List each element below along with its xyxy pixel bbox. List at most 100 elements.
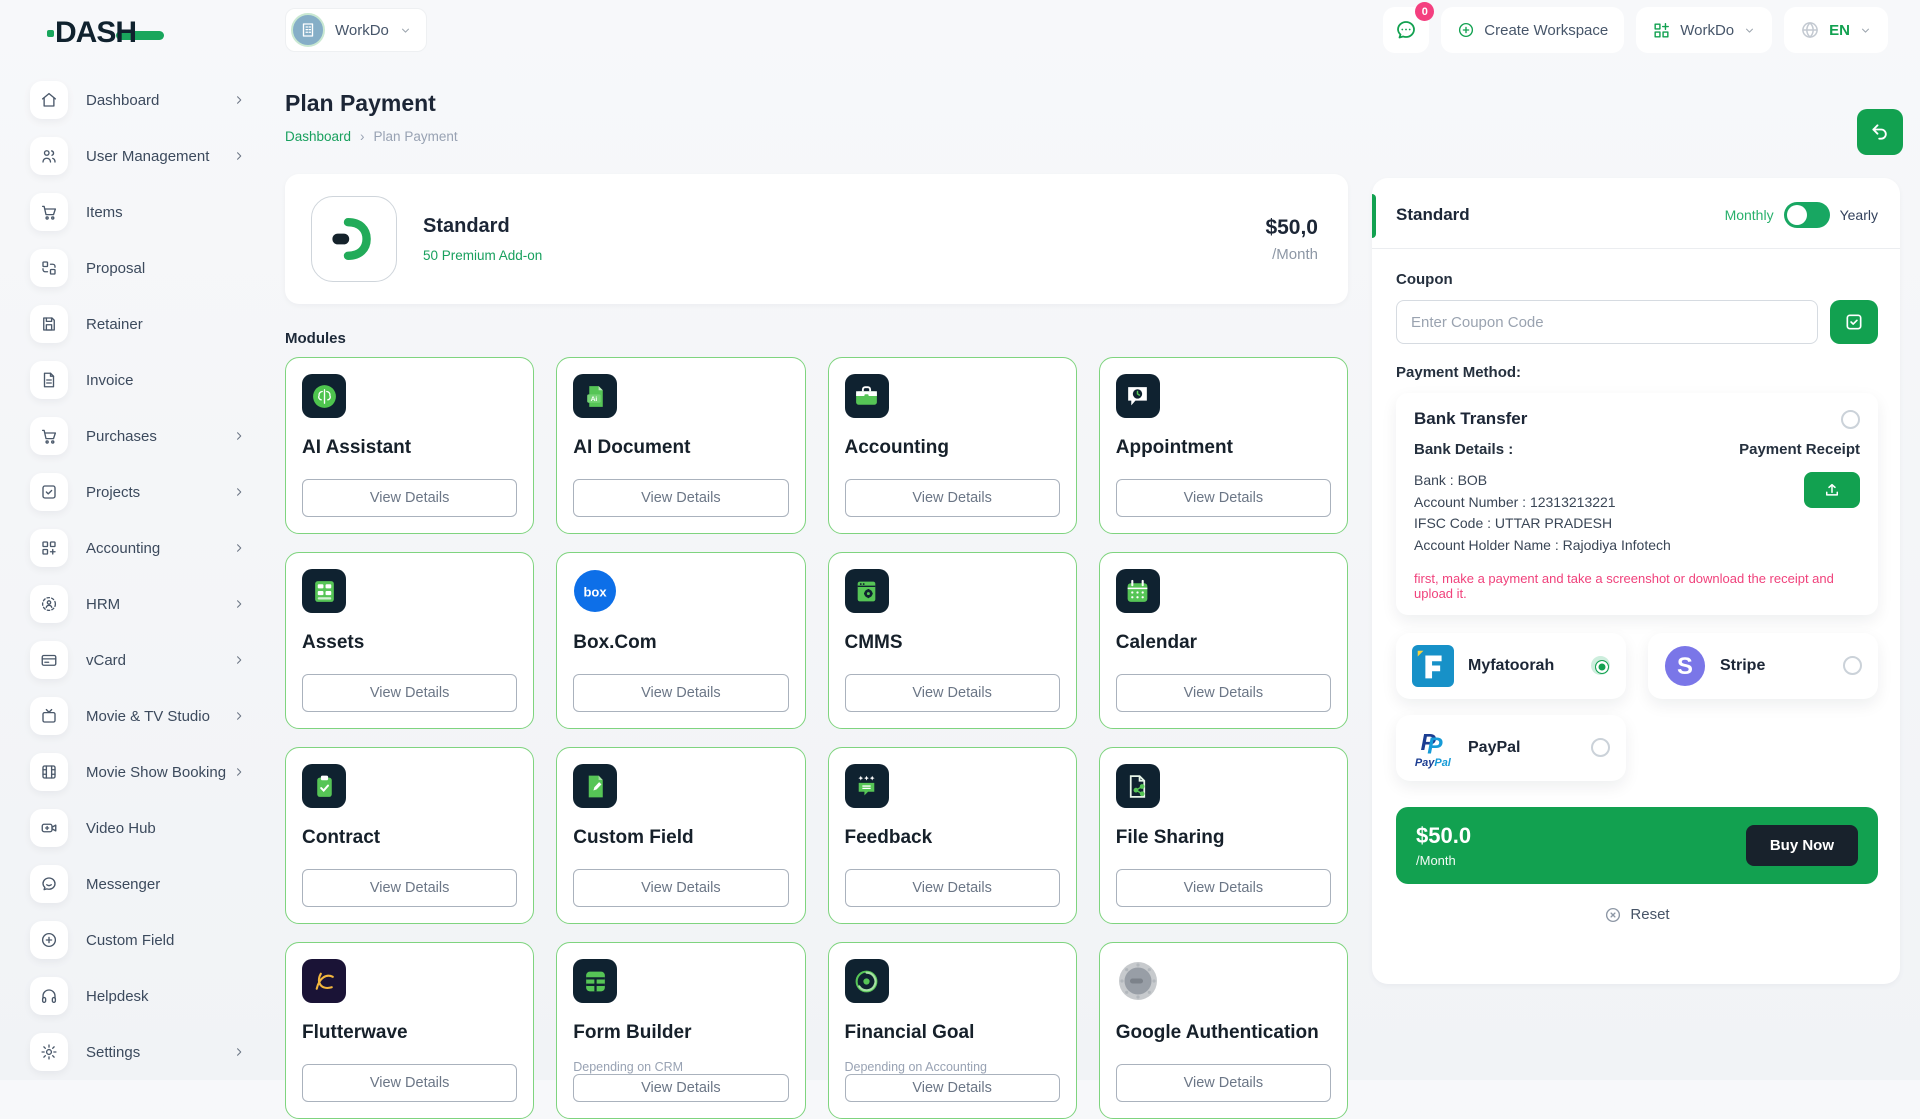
module-card-accounting[interactable]: AccountingView Details [828,357,1077,534]
sidebar-item-label: HRM [86,596,120,613]
module-card-appointment[interactable]: AppointmentView Details [1099,357,1348,534]
sidebar-item-projects[interactable]: Projects [0,464,280,520]
sidebar-item-proposal[interactable]: Proposal [0,240,280,296]
sidebar-item-user-management[interactable]: User Management [0,128,280,184]
back-button[interactable] [1857,109,1903,155]
svg-text:P: P [1427,732,1443,758]
sidebar-item-invoice[interactable]: Invoice [0,352,280,408]
upload-receipt-button[interactable] [1804,472,1860,508]
radio-stripe[interactable] [1843,656,1862,675]
view-details-button[interactable]: View Details [845,479,1060,517]
bank-transfer-radio[interactable] [1841,410,1860,429]
buy-now-button[interactable]: Buy Now [1746,825,1858,866]
module-card-google-authentication[interactable]: Google AuthenticationView Details [1099,942,1348,1119]
workspace-selector[interactable]: WorkDo [285,8,427,52]
module-card-calendar[interactable]: CalendarView Details [1099,552,1348,729]
breadcrumb-dashboard-link[interactable]: Dashboard [285,129,351,144]
premium-addon-link[interactable]: 50 Premium Add-on [423,248,542,263]
view-details-button[interactable]: View Details [845,869,1060,907]
chat-icon [1394,18,1418,42]
method-paypal[interactable]: PPPayPalPayPal [1396,715,1626,781]
chevron-right-icon [232,93,246,107]
sidebar-item-settings[interactable]: Settings [0,1024,280,1080]
sidebar-item-dashboard[interactable]: Dashboard [0,72,280,128]
module-card-form-builder[interactable]: Form Builder Depending on CRMView Details [556,942,805,1119]
svg-text:S: S [1677,653,1693,680]
checkout-plan-name: Standard [1396,205,1470,225]
module-card-box-com[interactable]: boxBox.ComView Details [556,552,805,729]
view-details-button[interactable]: View Details [845,674,1060,712]
view-details-button[interactable]: View Details [302,479,517,517]
module-note: Depending on CRM [573,1060,788,1074]
module-card-financial-goal[interactable]: Financial GoalDepending on AccountingVie… [828,942,1077,1119]
view-details-button[interactable]: View Details [845,1074,1060,1102]
view-details-button[interactable]: View Details [573,869,788,907]
reset-button[interactable]: Reset [1396,906,1878,924]
calendar-icon [1116,569,1160,613]
language-selector[interactable]: EN [1784,7,1888,53]
brain-icon [302,374,346,418]
view-details-button[interactable]: View Details [302,674,517,712]
sidebar-item-messenger[interactable]: Messenger [0,856,280,912]
method-name: Stripe [1720,657,1765,675]
radio-paypal[interactable] [1591,738,1610,757]
plus-circle-icon [1457,21,1475,39]
view-details-button[interactable]: View Details [573,674,788,712]
view-details-button[interactable]: View Details [1116,479,1331,517]
sidebar-item-vcard[interactable]: vCard [0,632,280,688]
coupon-input[interactable] [1396,300,1818,344]
sidebar-item-custom-field[interactable]: Custom Field [0,912,280,968]
module-card-cmms[interactable]: CMMSView Details [828,552,1077,729]
workdo-menu-button[interactable]: WorkDo [1636,7,1772,53]
svg-text:box: box [584,585,608,600]
dash-logo: DASH [55,16,164,50]
sidebar-item-hrm[interactable]: HRM [0,576,280,632]
module-title: Custom Field [573,826,788,849]
sidebar-item-movie-tv-studio[interactable]: Movie & TV Studio [0,688,280,744]
sidebar-item-label: Purchases [86,428,157,445]
checkout-panel: Standard Monthly Yearly Coupon Payment M… [1372,178,1900,984]
sidebar-item-video-hub[interactable]: Video Hub [0,800,280,856]
billing-toggle[interactable] [1784,202,1830,228]
bank-detail-line: IFSC Code : UTTAR PRADESH [1414,513,1671,535]
view-details-button[interactable]: View Details [1116,869,1331,907]
modules-heading: Modules [285,330,1348,347]
globe-icon [1800,20,1820,40]
module-card-assets[interactable]: AssetsView Details [285,552,534,729]
module-card-flutterwave[interactable]: FlutterwaveView Details [285,942,534,1119]
method-name: Myfatoorah [1468,657,1554,675]
radio-myfatoorah[interactable] [1591,656,1610,675]
x-circle-icon [1604,906,1622,924]
sidebar-item-label: Messenger [86,876,160,893]
stripe-logo: S [1664,645,1706,687]
bank-transfer-note: first, make a payment and take a screens… [1414,571,1860,601]
view-details-button[interactable]: View Details [1116,1064,1331,1102]
view-details-button[interactable]: View Details [302,869,517,907]
module-card-ai-assistant[interactable]: AI AssistantView Details [285,357,534,534]
module-card-contract[interactable]: ContractView Details [285,747,534,924]
module-card-feedback[interactable]: FeedbackView Details [828,747,1077,924]
sidebar-item-movie-show-booking[interactable]: Movie Show Booking [0,744,280,800]
method-myfatoorah[interactable]: Myfatoorah [1396,633,1626,699]
module-card-custom-field[interactable]: Custom Field View Details [556,747,805,924]
sidebar-item-label: Projects [86,484,140,501]
sidebar-item-retainer[interactable]: Retainer [0,296,280,352]
form-grid-icon [573,959,617,1003]
view-details-button[interactable]: View Details [573,479,788,517]
module-card-file-sharing[interactable]: File SharingView Details [1099,747,1348,924]
view-details-button[interactable]: View Details [573,1074,788,1102]
chat-button[interactable]: 0 [1383,7,1429,53]
apply-coupon-button[interactable] [1830,300,1878,344]
view-details-button[interactable]: View Details [1116,674,1331,712]
module-title: Form Builder [573,1021,788,1044]
bank-transfer-card[interactable]: Bank Transfer Bank Details : Bank : BOBA… [1396,393,1878,615]
sidebar-item-accounting[interactable]: Accounting [0,520,280,576]
method-stripe[interactable]: S Stripe [1648,633,1878,699]
create-workspace-button[interactable]: Create Workspace [1441,7,1624,53]
sidebar-item-helpdesk[interactable]: Helpdesk [0,968,280,1024]
sidebar-item-items[interactable]: Items [0,184,280,240]
sidebar-item-label: Custom Field [86,932,174,949]
module-card-ai-document[interactable]: AiAI DocumentView Details [556,357,805,534]
sidebar-item-purchases[interactable]: Purchases [0,408,280,464]
view-details-button[interactable]: View Details [302,1064,517,1102]
